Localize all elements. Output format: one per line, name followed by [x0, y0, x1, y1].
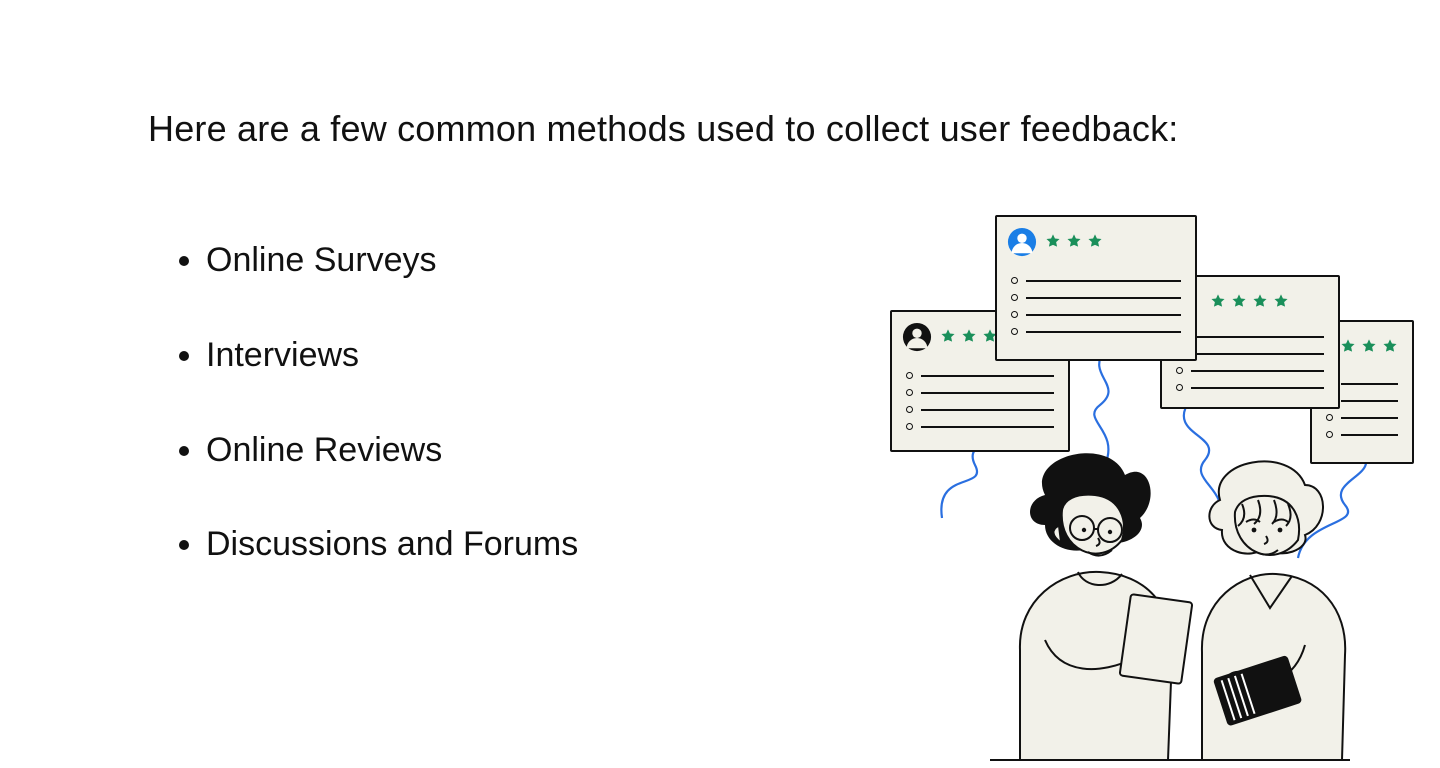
- slide-heading: Here are a few common methods used to co…: [148, 108, 1179, 150]
- feedback-illustration: [870, 200, 1430, 760]
- avatar-icon: [1007, 227, 1037, 257]
- star-rating: [1045, 233, 1103, 249]
- star-rating: [1210, 293, 1289, 309]
- star-icon: [961, 328, 977, 344]
- star-rating: [940, 328, 998, 344]
- review-lines-icon: [1011, 277, 1181, 345]
- star-icon: [1045, 233, 1061, 249]
- star-icon: [1066, 233, 1082, 249]
- star-icon: [1340, 338, 1356, 354]
- star-icon: [1382, 338, 1398, 354]
- star-icon: [1252, 293, 1268, 309]
- people-reading-icon: [950, 440, 1380, 768]
- star-icon: [1087, 233, 1103, 249]
- bullet-item: Interviews: [206, 335, 578, 376]
- star-icon: [1273, 293, 1289, 309]
- review-lines-icon: [906, 372, 1054, 440]
- bullet-item: Online Surveys: [206, 240, 578, 281]
- star-rating: [1340, 338, 1398, 354]
- star-icon: [1231, 293, 1247, 309]
- bullet-item: Online Reviews: [206, 430, 578, 471]
- review-lines-icon: [1176, 333, 1324, 401]
- avatar-icon: [902, 322, 932, 352]
- star-icon: [1210, 293, 1226, 309]
- star-icon: [940, 328, 956, 344]
- review-card: [995, 215, 1197, 361]
- star-icon: [1361, 338, 1377, 354]
- bullet-list: Online Surveys Interviews Online Reviews…: [180, 240, 578, 619]
- bullet-item: Discussions and Forums: [206, 524, 578, 565]
